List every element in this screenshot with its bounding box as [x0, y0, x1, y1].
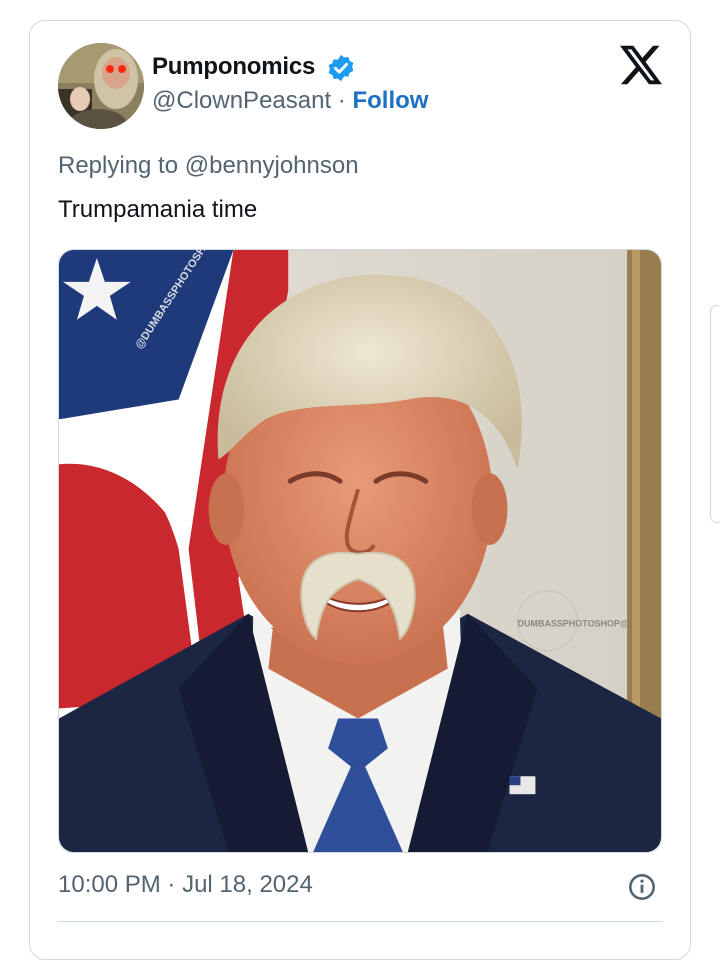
follow-button[interactable]: Follow [352, 87, 428, 114]
watermark-circle: DUMBASSPHOTOSHOP@ [517, 619, 628, 629]
x-logo-icon[interactable] [620, 45, 662, 85]
portrait-image: @DUMBASSPHOTOSHOP DUMBASSPHOTOSHOP@ [59, 250, 661, 852]
tweet-time: 10:00 PM [58, 871, 161, 898]
tweet-text: Trumpamania time [58, 196, 258, 223]
tweet-media-image[interactable]: @DUMBASSPHOTOSHOP DUMBASSPHOTOSHOP@ [58, 249, 662, 853]
divider [58, 921, 662, 922]
scrollbar[interactable] [710, 305, 720, 523]
timestamp-separator: · [167, 871, 176, 898]
avatar-image [58, 43, 144, 129]
separator-dot: · [337, 87, 346, 114]
timestamp[interactable]: 10:00 PM · Jul 18, 2024 [58, 871, 313, 899]
avatar[interactable] [58, 43, 144, 129]
tweet-date: Jul 18, 2024 [182, 871, 313, 898]
display-name[interactable]: Pumponomics [152, 53, 315, 81]
replying-prefix: Replying to [58, 152, 185, 179]
verified-badge-icon [328, 54, 354, 82]
tweet-card[interactable]: Pumponomics @ClownPeasant · Follow Reply… [29, 20, 691, 960]
replying-to-handle[interactable]: @bennyjohnson [185, 152, 359, 179]
replying-to: Replying to @bennyjohnson [58, 152, 359, 180]
handle-row: @ClownPeasant · Follow [152, 87, 428, 115]
info-icon[interactable] [628, 873, 656, 901]
user-handle[interactable]: @ClownPeasant [152, 87, 331, 114]
